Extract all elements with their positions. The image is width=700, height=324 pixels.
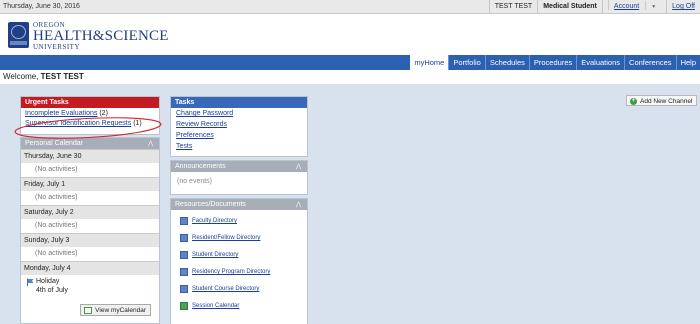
incomplete-evaluations-link[interactable]: Incomplete Evaluations bbox=[25, 110, 97, 117]
urgent-item[interactable]: Incomplete Evaluations (2) bbox=[25, 110, 155, 120]
personal-calendar-panel: Personal Calendar ⋀ Thursday, June 30 (N… bbox=[20, 137, 160, 324]
change-password-link[interactable]: Change Password bbox=[176, 110, 233, 117]
tab-myhome[interactable]: myHome bbox=[410, 55, 449, 70]
tab-portfolio[interactable]: Portfolio bbox=[448, 55, 485, 70]
top-bar-user-area: TEST TEST Medical Student Account ▼ Log O… bbox=[488, 0, 700, 14]
view-mycalendar-button[interactable]: View myCalendar bbox=[80, 304, 151, 316]
holiday-name: 4th of July bbox=[36, 287, 68, 294]
calendar-empty-note: (No activities) bbox=[35, 250, 78, 257]
calendar-day: Sunday, July 3 bbox=[21, 233, 159, 247]
urgent-tasks-panel: Urgent Tasks Incomplete Evaluations (2) … bbox=[20, 96, 160, 135]
document-icon bbox=[180, 285, 188, 293]
announcements-panel: Announcements ⋀ (no events) bbox=[170, 160, 308, 195]
flag-icon bbox=[27, 278, 34, 286]
main-nav: myHome Portfolio Schedules Procedures Ev… bbox=[0, 55, 700, 70]
resource-item[interactable]: Session Calendar bbox=[179, 301, 307, 318]
home-content: Urgent Tasks Incomplete Evaluations (2) … bbox=[0, 84, 700, 324]
add-new-channel-button[interactable]: + Add New Channel bbox=[626, 95, 698, 106]
review-records-link[interactable]: Review Records bbox=[176, 121, 227, 128]
current-date: Thursday, June 30, 2016 bbox=[3, 3, 80, 10]
holiday-label: Holiday bbox=[36, 278, 60, 285]
student-course-directory-link[interactable]: Student Course Directory bbox=[192, 286, 259, 292]
user-role: Medical Student bbox=[537, 0, 602, 14]
site-header: OREGON HEALTH&SCIENCE UNIVERSITY bbox=[0, 14, 700, 54]
account-link[interactable]: Account bbox=[607, 0, 645, 10]
calendar-day: Thursday, June 30 bbox=[21, 149, 159, 163]
incomplete-evaluations-count: (2) bbox=[99, 110, 108, 117]
faculty-directory-link[interactable]: Faculty Directory bbox=[192, 218, 237, 224]
calendar-icon bbox=[180, 302, 188, 310]
add-new-channel-label: Add New Channel bbox=[640, 98, 693, 105]
middle-column: Tasks Change Password Review Records Pre… bbox=[170, 96, 308, 324]
calendar-day: Monday, July 4 bbox=[21, 261, 159, 275]
ohsu-seal-icon bbox=[8, 22, 29, 48]
holiday-entry: Holiday 4th of July bbox=[21, 275, 159, 299]
tab-evaluations[interactable]: Evaluations bbox=[576, 55, 624, 70]
preferences-link[interactable]: Preferences bbox=[176, 132, 214, 139]
tab-procedures[interactable]: Procedures bbox=[528, 55, 576, 70]
welcome-message: Welcome, TEST TEST bbox=[3, 72, 84, 81]
document-icon bbox=[180, 234, 188, 242]
resource-item[interactable]: Faculty Directory bbox=[179, 216, 307, 233]
resource-item[interactable]: Student Directory bbox=[179, 250, 307, 267]
tests-link[interactable]: Tests bbox=[176, 143, 192, 150]
left-column: Urgent Tasks Incomplete Evaluations (2) … bbox=[20, 96, 160, 324]
top-bar: Thursday, June 30, 2016 TEST TEST Medica… bbox=[0, 0, 700, 14]
resource-item[interactable]: Resident/Fellow Directory bbox=[179, 233, 307, 250]
tasks-title: Tasks bbox=[175, 99, 195, 106]
tab-conferences[interactable]: Conferences bbox=[624, 55, 676, 70]
tasks-panel: Tasks Change Password Review Records Pre… bbox=[170, 96, 308, 157]
announcements-header: Announcements ⋀ bbox=[171, 161, 307, 172]
calendar-header: Personal Calendar ⋀ bbox=[21, 138, 159, 149]
document-icon bbox=[180, 268, 188, 276]
resident-fellow-directory-link[interactable]: Resident/Fellow Directory bbox=[192, 235, 260, 241]
logoff-link[interactable]: Log Off bbox=[666, 0, 700, 14]
urgent-tasks-header: Urgent Tasks bbox=[21, 97, 159, 108]
calendar-empty-note: (No activities) bbox=[35, 166, 78, 173]
resources-header: Resources/Documents ⋀ bbox=[171, 199, 307, 210]
calendar-day: Friday, July 1 bbox=[21, 177, 159, 191]
chevron-icon[interactable]: ⋀ bbox=[148, 140, 153, 147]
chevron-down-icon[interactable]: ▼ bbox=[645, 1, 662, 10]
plus-icon: + bbox=[630, 98, 637, 105]
tab-help[interactable]: Help bbox=[675, 55, 700, 70]
resources-title: Resources/Documents bbox=[175, 201, 246, 208]
calendar-icon bbox=[84, 307, 93, 314]
chevron-icon[interactable]: ⋀ bbox=[296, 163, 301, 170]
announcements-empty: (no events) bbox=[177, 178, 213, 185]
logo-line-health-science: HEALTH&SCIENCE bbox=[33, 28, 169, 44]
view-mycalendar-label: View myCalendar bbox=[95, 307, 146, 314]
announcements-title: Announcements bbox=[175, 163, 226, 170]
resources-panel: Resources/Documents ⋀ Faculty Directory … bbox=[170, 198, 308, 324]
ohsu-logo: OREGON HEALTH&SCIENCE UNIVERSITY bbox=[33, 22, 169, 51]
calendar-title: Personal Calendar bbox=[25, 140, 83, 147]
urgent-item[interactable]: Supervisor Identification Requests (1) bbox=[25, 120, 155, 130]
user-name: TEST TEST bbox=[488, 0, 537, 14]
document-icon bbox=[180, 251, 188, 259]
logo-line-university: UNIVERSITY bbox=[33, 43, 80, 51]
welcome-user-name: TEST TEST bbox=[40, 72, 84, 81]
document-icon bbox=[180, 217, 188, 225]
session-calendar-link[interactable]: Session Calendar bbox=[192, 303, 239, 309]
calendar-empty-note: (No activities) bbox=[35, 222, 78, 229]
calendar-empty-note: (No activities) bbox=[35, 194, 78, 201]
residency-program-directory-link[interactable]: Residency Program Directory bbox=[192, 269, 270, 275]
tasks-header: Tasks bbox=[171, 97, 307, 108]
tab-schedules[interactable]: Schedules bbox=[484, 55, 529, 70]
account-menu[interactable]: Account ▼ bbox=[601, 0, 666, 14]
resource-item[interactable]: Residency Program Directory bbox=[179, 267, 307, 284]
supervisor-identification-link[interactable]: Supervisor Identification Requests bbox=[25, 120, 131, 127]
welcome-prefix: Welcome, bbox=[3, 72, 39, 81]
calendar-day: Saturday, July 2 bbox=[21, 205, 159, 219]
urgent-tasks-title: Urgent Tasks bbox=[25, 99, 69, 106]
student-directory-link[interactable]: Student Directory bbox=[192, 252, 238, 258]
supervisor-identification-count: (1) bbox=[133, 120, 142, 127]
resource-item[interactable]: Student Course Directory bbox=[179, 284, 307, 301]
chevron-icon[interactable]: ⋀ bbox=[296, 201, 301, 208]
